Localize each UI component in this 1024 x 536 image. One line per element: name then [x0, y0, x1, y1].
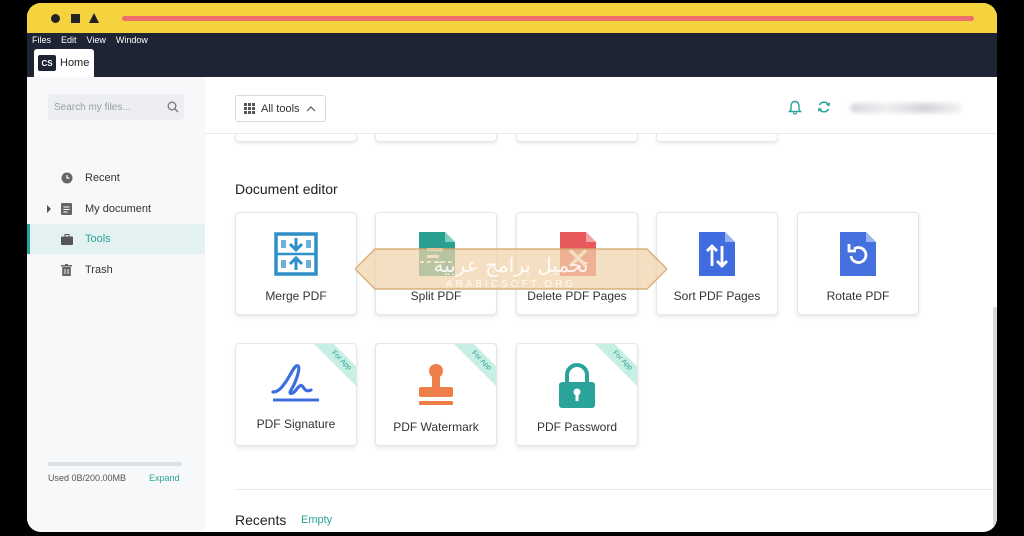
tool-card-partial — [516, 134, 638, 142]
watermark-banner: تحميل برامج عربية ARABICSOFT.ORG — [355, 248, 667, 290]
storage-usage-text: Used 0B/200.00MB — [48, 473, 127, 483]
tool-sort-pdf-pages[interactable]: Sort PDF Pages — [656, 212, 778, 315]
section-divider — [235, 489, 997, 490]
sidebar-item-trash[interactable]: Trash — [27, 255, 205, 285]
sidebar-item-tools[interactable]: Tools — [27, 224, 205, 254]
sidebar-item-label: Recent — [85, 172, 120, 184]
square-icon — [71, 14, 80, 23]
bell-icon[interactable] — [788, 100, 802, 120]
menu-files[interactable]: Files — [32, 35, 51, 45]
sidebar-item-label: Trash — [85, 264, 113, 276]
menu-edit[interactable]: Edit — [61, 35, 77, 45]
menu-window[interactable]: Window — [116, 35, 148, 45]
tab-home[interactable]: CS Home — [34, 49, 94, 77]
expand-arrow-icon[interactable] — [47, 205, 51, 213]
tool-card-partial — [235, 134, 357, 142]
tool-label: PDF Password — [536, 420, 618, 434]
sidebar-item-label: Tools — [85, 233, 111, 245]
window-titlebar — [27, 3, 997, 33]
watermark-arabic-text: تحميل برامج عربية — [433, 253, 588, 277]
recents-title: Recents — [235, 512, 287, 528]
tool-label: Sort PDF Pages — [673, 289, 761, 303]
rotate-icon — [798, 230, 918, 278]
tool-label: PDF Signature — [256, 417, 336, 431]
app-frame: Files Edit View Window CS Home Search my… — [27, 3, 997, 532]
tool-rotate-pdf[interactable]: Rotate PDF — [797, 212, 919, 315]
main-content: All tools Document editor Merge PDF Spli… — [205, 77, 997, 532]
search-box[interactable]: Search my files... — [48, 94, 184, 120]
expand-link[interactable]: Expand — [149, 473, 180, 483]
sidebar-item-my-document[interactable]: My document — [27, 194, 205, 224]
section-title: Document editor — [235, 181, 338, 197]
sidebar: Search my files... Recent My document To… — [27, 77, 205, 532]
sidebar-item-label: My document — [85, 203, 152, 215]
scrollbar[interactable] — [993, 307, 997, 527]
tool-pdf-watermark[interactable]: For App PDF Watermark — [375, 343, 497, 446]
app-logo: CS — [38, 55, 56, 71]
lock-icon — [517, 361, 637, 409]
menu-bar: Files Edit View Window — [27, 33, 997, 47]
tool-pdf-password[interactable]: For App PDF Password — [516, 343, 638, 446]
sidebar-item-recent[interactable]: Recent — [27, 163, 205, 193]
stamp-icon — [376, 361, 496, 409]
tab-home-label: Home — [60, 57, 90, 69]
watermark-latin-text: ARABICSOFT.ORG — [446, 279, 576, 290]
circle-icon — [51, 14, 60, 23]
signature-icon — [236, 358, 356, 406]
grid-icon — [244, 103, 255, 114]
tool-label: PDF Watermark — [393, 420, 479, 434]
tool-label: Merge PDF — [265, 289, 327, 303]
tool-label: Rotate PDF — [826, 289, 890, 303]
all-tools-label: All tools — [261, 102, 300, 115]
briefcase-icon — [60, 233, 73, 246]
recents-empty-label: Empty — [301, 514, 333, 526]
sort-icon — [657, 230, 777, 278]
document-icon — [60, 203, 73, 216]
sync-icon[interactable] — [817, 100, 831, 119]
tool-merge-pdf[interactable]: Merge PDF — [235, 212, 357, 315]
clock-icon — [60, 172, 73, 185]
top-toolbar: All tools — [205, 77, 997, 134]
search-icon[interactable] — [162, 96, 184, 118]
chevron-up-icon — [306, 105, 315, 111]
tab-bar: CS Home — [27, 47, 997, 77]
merge-icon — [236, 230, 356, 278]
trash-icon — [60, 264, 73, 277]
tool-card-partial — [375, 134, 497, 142]
triangle-icon — [89, 13, 99, 23]
search-input[interactable]: Search my files... — [54, 102, 162, 113]
tool-card-partial — [656, 134, 778, 142]
user-name-blurred[interactable] — [850, 103, 963, 113]
storage-progress — [48, 462, 182, 466]
menu-view[interactable]: View — [87, 35, 106, 45]
all-tools-dropdown[interactable]: All tools — [235, 95, 326, 122]
tool-pdf-signature[interactable]: For App PDF Signature — [235, 343, 357, 446]
address-bar — [122, 16, 974, 21]
